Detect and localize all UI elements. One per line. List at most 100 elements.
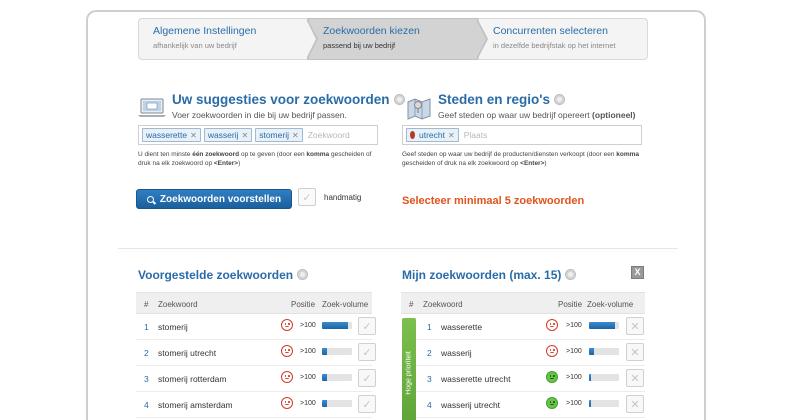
remove-tag-icon[interactable]: ✕ (242, 131, 249, 140)
keyword-tag[interactable]: wasserij ✕ (203, 128, 253, 142)
table-body: 1 wasserette >100 ✕ 2 wasserij >100 ✕ 3 wasserett… (401, 314, 645, 418)
col-keyword: Zoekwoord (423, 300, 463, 309)
remove-tag-icon[interactable]: ✕ (190, 131, 197, 140)
add-keyword-button[interactable]: ✓ (358, 369, 376, 387)
remove-keyword-button[interactable]: ✕ (626, 395, 644, 413)
table-row[interactable]: 4 stomerij amsterdam >100 ✓ (136, 392, 376, 418)
search-volume-bar (322, 322, 352, 329)
hint-bold: <Enter> (213, 160, 239, 167)
col-num: # (144, 300, 149, 309)
step-arrow (306, 18, 318, 60)
step-arrow (476, 18, 488, 60)
frown-icon (281, 397, 293, 409)
help-icon[interactable] (297, 269, 309, 281)
frown-icon (546, 319, 558, 331)
my-title-text: Mijn zoekwoorden (max. 15) (402, 268, 562, 282)
city-input[interactable]: utrecht ✕ Plaats (402, 125, 642, 145)
hint-bold: <Enter> (520, 160, 545, 167)
smile-icon (546, 397, 558, 409)
priority-label: Hoge prioriteit (405, 351, 413, 395)
hint-text: ) (544, 160, 547, 167)
keywords-section-title-text: Uw suggesties voor zoekwoorden (172, 92, 390, 107)
hint-bold: komma (306, 151, 330, 158)
remove-tag-icon[interactable]: ✕ (448, 131, 455, 140)
regions-section-subtitle: Geef steden op waar uw bedrijf opereert … (438, 110, 636, 120)
table-row[interactable]: 4 wasserij utrecht >100 ✕ (401, 392, 645, 418)
help-icon[interactable] (565, 269, 577, 281)
keyword-tag[interactable]: stomerij ✕ (255, 128, 303, 142)
table-row[interactable]: 2 stomerij utrecht >100 ✓ (136, 340, 376, 366)
row-keyword: stomerij amsterdam (158, 400, 233, 410)
tag-label: utrecht (419, 130, 445, 140)
hint-text: Geef steden op waar uw bedrijf de produc… (402, 151, 617, 158)
hint-text: gescheiden of druk na elk zoekwoord op (402, 160, 521, 167)
suggested-keywords-table: # Zoekwoord Positie Zoek-volume 1 stomeri… (136, 292, 376, 418)
location-pin-icon (410, 131, 415, 139)
add-keyword-button[interactable]: ✓ (358, 343, 376, 361)
col-volume: Zoek-volume (587, 300, 634, 309)
add-keyword-button[interactable]: ✓ (358, 395, 376, 413)
remove-keyword-button[interactable]: ✕ (626, 343, 644, 361)
remove-keyword-button[interactable]: ✕ (626, 369, 644, 387)
table-row[interactable]: 3 stomerij rotterdam >100 ✓ (136, 366, 376, 392)
regions-section-title-text: Steden en regio's (438, 92, 550, 107)
tag-label: stomerij (259, 130, 289, 140)
row-number: 2 (427, 348, 432, 358)
city-tag[interactable]: utrecht ✕ (406, 128, 459, 142)
col-volume: Zoek-volume (322, 300, 369, 309)
remove-tag-icon[interactable]: ✕ (292, 131, 299, 140)
search-volume-bar (589, 348, 619, 355)
step-select-competitors[interactable]: Concurrenten selecteren in dezelfde bedr… (478, 18, 648, 60)
row-position: >100 (566, 348, 582, 355)
keywords-section-title: Uw suggesties voor zoekwoorden (172, 92, 405, 107)
remove-keyword-button[interactable]: ✕ (626, 317, 644, 335)
subtitle-bold: (optioneel) (592, 110, 636, 120)
step-choose-keywords[interactable]: Zoekwoorden kiezen passend bij uw bedrij… (308, 18, 488, 60)
step-general-settings[interactable]: Algemene Instellingen afhankelijk van uw… (138, 18, 318, 60)
row-keyword: wasserette utrecht (441, 374, 511, 384)
suggested-title-text: Voorgestelde zoekwoorden (138, 268, 294, 282)
suggest-keywords-button[interactable]: Zoekwoorden voorstellen (136, 189, 292, 209)
manual-label: handmatig (324, 193, 362, 202)
button-label: Zoekwoorden voorstellen (159, 193, 282, 205)
keyword-input[interactable]: wasserette ✕ wasserij ✕ stomerij ✕ Zoekwoor… (138, 125, 378, 145)
keyword-tag[interactable]: wasserette ✕ (142, 128, 201, 142)
step-subtitle: afhankelijk van uw bedrijf (153, 41, 237, 50)
excel-export-icon[interactable]: X (631, 266, 644, 279)
col-position: Positie (558, 300, 583, 309)
row-position: >100 (566, 400, 582, 407)
step-title: Concurrenten selecteren (493, 25, 608, 37)
row-keyword: wasserij (441, 348, 472, 358)
help-icon[interactable] (393, 93, 405, 105)
manual-checkbox[interactable]: ✓ (298, 188, 316, 206)
step-subtitle: in dezelfde bedrijfstak op het internet (493, 41, 616, 50)
search-volume-bar (589, 374, 619, 381)
hint-text: ) (238, 160, 241, 167)
table-row[interactable]: 1 stomerij >100 ✓ (136, 314, 376, 340)
table-row[interactable]: 3 wasserette utrecht >100 ✕ (401, 366, 645, 392)
row-position: >100 (300, 400, 316, 407)
hint-bold: komma (616, 151, 640, 158)
regions-section-title: Steden en regio's (438, 92, 565, 107)
row-number: 3 (144, 374, 149, 384)
subtitle-text: Geef steden op waar uw bedrijf opereert (438, 110, 593, 120)
row-keyword: stomerij (158, 322, 188, 332)
row-number: 4 (427, 400, 432, 410)
col-position: Positie (291, 300, 316, 309)
add-keyword-button[interactable]: ✓ (358, 317, 376, 335)
hint-text: U dient ten minste (138, 151, 193, 158)
table-row[interactable]: 1 wasserette >100 ✕ (401, 314, 645, 340)
app-frame: Algemene Instellingen afhankelijk van uw… (86, 10, 706, 420)
table-body: 1 stomerij >100 ✓ 2 stomerij utrecht >100 ✓ 3 sto… (136, 314, 376, 418)
table-header: # Zoekwoord Positie Zoek-volume (136, 292, 372, 314)
table-row[interactable]: 2 wasserij >100 ✕ (401, 340, 645, 366)
suggested-keywords-title: Voorgestelde zoekwoorden (138, 268, 309, 282)
help-icon[interactable] (554, 93, 565, 105)
hint-bold: één zoekwoord (192, 151, 240, 158)
keyword-placeholder: Zoekwoord (307, 130, 350, 140)
map-icon (407, 98, 431, 120)
step-title: Algemene Instellingen (153, 25, 257, 37)
row-number: 4 (144, 400, 149, 410)
row-keyword: wasserij utrecht (441, 400, 501, 410)
row-number: 2 (144, 348, 149, 358)
